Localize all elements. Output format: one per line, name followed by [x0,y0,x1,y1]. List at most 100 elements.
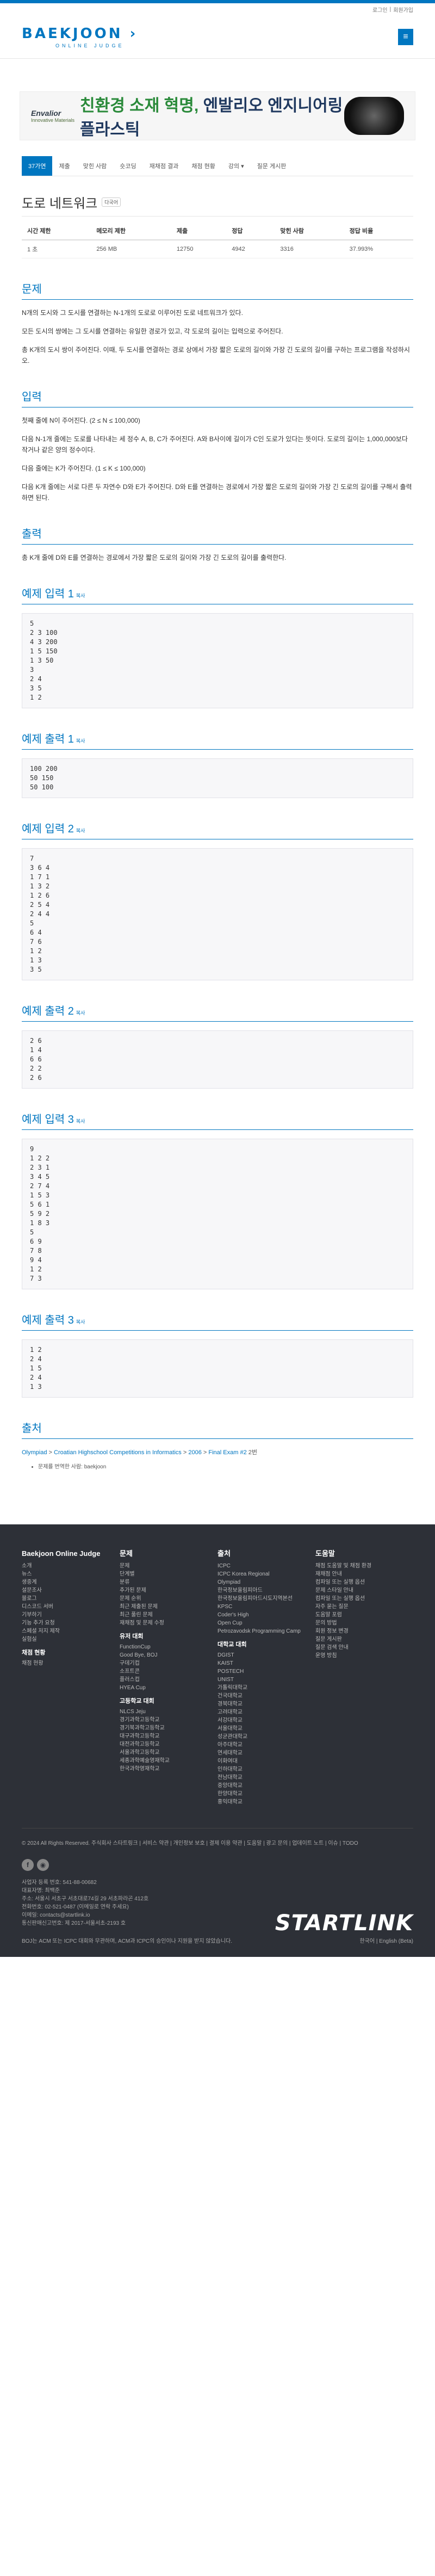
footer-link[interactable]: 전남대학교 [217,1774,315,1782]
footer-link[interactable]: 대구과학고등학교 [120,1732,217,1740]
source-exam-link[interactable]: Final Exam #2 [208,1449,246,1456]
footer-link[interactable]: POSTECH [217,1667,315,1676]
footer-link[interactable]: 컴파일 또는 실행 옵션 [315,1595,413,1603]
footer-link[interactable]: 최근 제출된 문제 [120,1603,217,1611]
footer-link[interactable]: 아주대학교 [217,1741,315,1749]
footer-link[interactable]: 성균관대학교 [217,1733,315,1741]
footer-link[interactable]: 인하대학교 [217,1765,315,1774]
footer-link[interactable]: 건국대학교 [217,1692,315,1700]
nav-tab-6[interactable]: 강의 ▾ [222,156,251,176]
footer-link[interactable]: 서강대학교 [217,1716,315,1725]
footer-link[interactable]: 분류 [120,1578,217,1586]
footer-link[interactable]: 단계별 [120,1570,217,1578]
footer-link[interactable]: 소개 [22,1562,120,1570]
site-logo[interactable]: BAEKJOON › ONLINE JUDGE [22,26,138,48]
footer-link[interactable]: 이화여대 [217,1757,315,1765]
nav-tab-4[interactable]: 재채점 결과 [143,156,185,176]
startlink-logo[interactable]: STARTLINK [275,1912,413,1934]
footer-link[interactable]: 중앙대학교 [217,1782,315,1790]
footer-link[interactable]: 경북대학교 [217,1700,315,1708]
footer-link[interactable]: 가톨릭대학교 [217,1684,315,1692]
footer-link[interactable]: 질문 게시판 [315,1635,413,1644]
footer-link[interactable]: NLCS Jeju [120,1708,217,1716]
footer-link[interactable]: UNIST [217,1676,315,1684]
copy-button[interactable]: 복사 [76,828,85,833]
nav-tab-7[interactable]: 질문 게시판 [251,156,293,176]
footer-link[interactable]: 설문조사 [22,1586,120,1595]
footer-link[interactable]: FunctionCup [120,1643,217,1651]
source-croatian-link[interactable]: Croatian Highschool Competitions in Info… [54,1449,182,1456]
footer-link[interactable]: 기능 추가 요청 [22,1619,120,1627]
footer-link[interactable]: 대전과학고등학교 [120,1740,217,1749]
language-switch[interactable]: 한국어 | English (Beta) [359,1937,413,1946]
footer-link[interactable]: Petrozavodsk Programming Camp [217,1627,315,1635]
footer-link[interactable]: 고려대학교 [217,1708,315,1716]
copy-button[interactable]: 복사 [76,1010,85,1016]
footer-link[interactable]: 세종과학예술영재학교 [120,1757,217,1765]
footer-link[interactable]: DGIST [217,1651,315,1659]
footer-link[interactable]: HYEA Cup [120,1684,217,1692]
footer-link[interactable]: Good Bye, BOJ [120,1651,217,1659]
copy-button[interactable]: 복사 [76,1119,85,1124]
footer-link[interactable]: 연세대학교 [217,1749,315,1757]
footer-link[interactable]: 추가된 문제 [120,1586,217,1595]
footer-link[interactable]: 운영 방침 [315,1652,413,1660]
footer-link[interactable]: 자주 묻는 질문 [315,1603,413,1611]
menu-toggle-button[interactable]: ≡ [398,28,413,45]
footer-link[interactable]: Olympiad [217,1578,315,1586]
facebook-icon[interactable]: f [22,1859,34,1871]
footer-link[interactable]: 기부하기 [22,1611,120,1619]
source-year-link[interactable]: 2006 [188,1449,201,1456]
copy-button[interactable]: 복사 [76,738,85,744]
footer-link[interactable]: 실험실 [22,1635,120,1644]
signup-link[interactable]: 회원가입 [393,5,413,14]
footer-link[interactable]: 구데기컵 [120,1659,217,1667]
footer-link[interactable]: 서울대학교 [217,1725,315,1733]
source-olympiad-link[interactable]: Olympiad [22,1449,47,1456]
footer-link[interactable]: 플러스컵 [120,1676,217,1684]
multilang-badge[interactable]: 다국어 [102,197,121,207]
footer-link[interactable]: 한국정보올림피아드시도지역본선 [217,1595,315,1603]
footer-link[interactable]: 경기과학고등학교 [120,1716,217,1724]
footer-link[interactable]: 회원 정보 변경 [315,1627,413,1635]
footer-link[interactable]: 홍익대학교 [217,1798,315,1806]
footer-link[interactable]: 도움말 포럼 [315,1611,413,1619]
footer-link[interactable]: 서울과학고등학교 [120,1749,217,1757]
footer-link[interactable]: 소프트콘 [120,1667,217,1676]
footer-link[interactable]: 디스코드 서버 [22,1603,120,1611]
nav-tab-2[interactable]: 맞힌 사람 [77,156,114,176]
nav-tab-0[interactable]: 37가연 [22,156,53,176]
footer-link[interactable]: 한국정보올림피아드 [217,1586,315,1595]
footer-link[interactable]: 문의 방법 [315,1619,413,1627]
footer-link[interactable]: 채점 현황 [22,1659,120,1667]
login-link[interactable]: 로그인 [372,5,388,14]
footer-link[interactable]: 블로그 [22,1595,120,1603]
footer-link[interactable]: KAIST [217,1659,315,1667]
nav-tab-3[interactable]: 숏코딩 [113,156,142,176]
footer-link[interactable]: Coder's High [217,1611,315,1619]
footer-link[interactable]: 컴파일 또는 실행 옵션 [315,1578,413,1586]
nav-tab-1[interactable]: 제출 [52,156,76,176]
footer-link[interactable]: 생중계 [22,1578,120,1586]
copy-button[interactable]: 복사 [76,1319,85,1325]
ad-banner[interactable]: Envalior Innovative Materials 친환경 소재 혁명, … [20,91,415,140]
footer-link[interactable]: 질문 검색 안내 [315,1644,413,1652]
footer-link[interactable]: 문제 [120,1562,217,1570]
footer-link[interactable]: 스페셜 저지 제작 [22,1627,120,1635]
footer-link[interactable]: 한국과학영재학교 [120,1765,217,1773]
footer-link[interactable]: ICPC [217,1562,315,1570]
footer-link[interactable]: 재채점 및 문제 수정 [120,1619,217,1627]
nav-tab-5[interactable]: 채점 현황 [185,156,222,176]
footer-link[interactable]: 한양대학교 [217,1790,315,1798]
footer-link[interactable]: KPSC [217,1603,315,1611]
footer-link[interactable]: 문제 스타일 안내 [315,1586,413,1595]
github-icon[interactable]: ◉ [37,1859,49,1871]
footer-link[interactable]: ICPC Korea Regional [217,1570,315,1578]
footer-link[interactable]: 문제 순위 [120,1595,217,1603]
footer-link[interactable]: 채점 도움말 및 채점 환경 [315,1562,413,1570]
footer-link[interactable]: 재채점 안내 [315,1570,413,1578]
footer-link[interactable]: 경기북과학고등학교 [120,1724,217,1732]
footer-link[interactable]: Open Cup [217,1619,315,1627]
copy-button[interactable]: 복사 [76,593,85,598]
footer-links[interactable]: | 서비스 약관 | 개인정보 보호 | 결제 이용 약관 | 도움말 | 광고… [139,1840,358,1846]
